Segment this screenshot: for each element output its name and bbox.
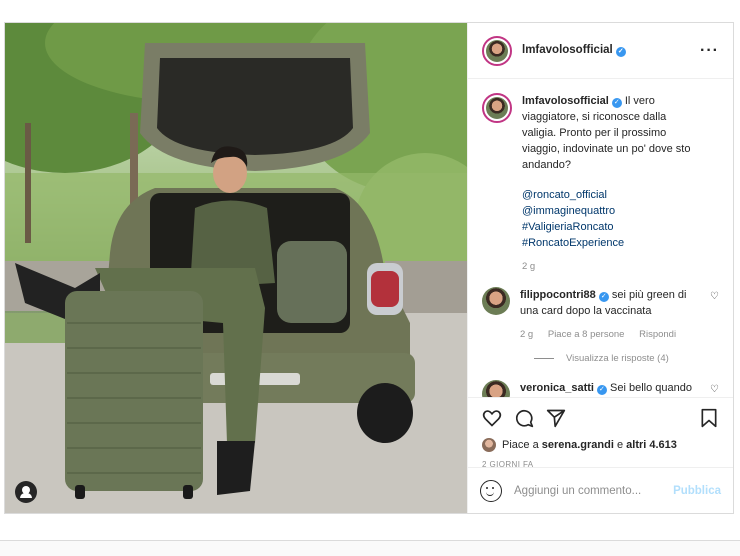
share-paper-plane-icon[interactable] (546, 408, 566, 428)
publish-button[interactable]: Pubblica (673, 485, 721, 497)
post-image[interactable] (5, 23, 467, 513)
liked-by: Piace a serena.grandi e altri 4.613 (482, 438, 719, 452)
save-bookmark-icon[interactable] (699, 408, 719, 428)
more-options-icon[interactable]: ··· (700, 42, 719, 60)
post-card: lmfavolosofficial ✓ ··· lmfavolosofficial… (4, 22, 734, 514)
verified-badge-icon: ✓ (611, 98, 622, 108)
comment-username[interactable]: filippocontri88 (520, 289, 596, 301)
comments-list: lmfavolosofficial ✓ Il vero viaggiatore, … (468, 79, 733, 397)
reply-button[interactable]: Rispondi (639, 329, 676, 340)
photo-illustration (5, 23, 467, 513)
author-username[interactable]: lmfavolosofficial ✓ (522, 44, 626, 57)
post-sidebar: lmfavolosofficial ✓ ··· lmfavolosofficial… (467, 23, 733, 513)
add-comment-input[interactable] (514, 484, 674, 497)
verified-badge-icon: ✓ (615, 47, 626, 57)
comment-time[interactable]: 2 g (520, 329, 533, 340)
liked-by-user[interactable]: serena.grandi (542, 439, 614, 451)
comment-likes[interactable]: Piace a 8 persone (548, 329, 625, 340)
caption: lmfavolosofficial ✓ Il vero viaggiatore, … (482, 93, 719, 275)
caption-username[interactable]: lmfavolosofficial (522, 95, 609, 107)
emoji-smiley-icon[interactable] (480, 479, 502, 502)
comment-like-heart-icon[interactable]: ♡ (710, 291, 719, 302)
caption-time[interactable]: 2 g (522, 261, 535, 272)
comment-item: veronica_satti✓ Sei bello quando sorridi… (482, 380, 719, 397)
author-avatar[interactable] (482, 35, 512, 66)
comment-avatar[interactable] (482, 380, 510, 397)
liked-by-prefix: Piace a (502, 439, 539, 451)
like-heart-icon[interactable] (482, 408, 502, 428)
comment-item: filippocontri88 ✓ sei più green di una ca… (482, 287, 719, 343)
add-comment-bar: Pubblica (468, 467, 733, 513)
comment-like-heart-icon[interactable]: ♡ (710, 384, 719, 395)
author-username-text[interactable]: lmfavolosofficial (522, 44, 613, 56)
caption-avatar[interactable] (482, 93, 512, 123)
caption-tags[interactable]: @roncato_official @immaginequattro #Vali… (522, 187, 701, 251)
liked-by-joiner: e (616, 439, 624, 451)
liker-avatar[interactable] (482, 438, 496, 452)
view-replies-label[interactable]: Visualizza le risposte (4) (566, 353, 669, 364)
comment-avatar[interactable] (482, 287, 510, 315)
verified-badge-icon: ✓ (596, 385, 607, 395)
comment-username[interactable]: veronica_satti (520, 382, 594, 394)
page-footer-divider (0, 540, 740, 556)
user-tag-icon[interactable] (15, 481, 37, 503)
comment-bubble-icon[interactable] (514, 408, 534, 428)
post-actions: Piace a serena.grandi e altri 4.613 2 GI… (468, 397, 733, 469)
verified-badge-icon: ✓ (598, 292, 609, 302)
post-header: lmfavolosofficial ✓ ··· (468, 23, 733, 79)
liked-by-others[interactable]: altri 4.613 (626, 439, 677, 451)
view-replies-button[interactable]: Visualizza le risposte (4) (534, 353, 719, 364)
